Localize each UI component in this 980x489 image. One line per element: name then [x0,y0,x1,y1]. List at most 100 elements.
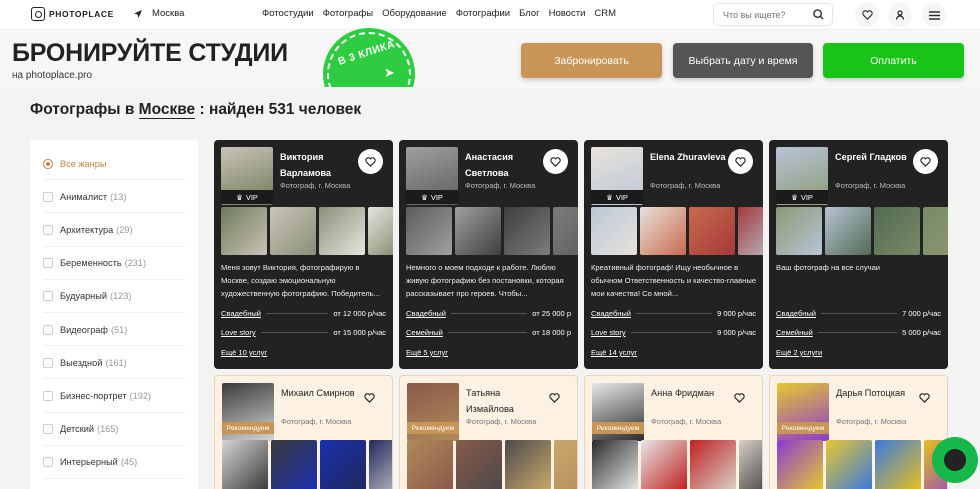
genre-checkbox[interactable] [43,390,53,401]
photographer-name[interactable]: Анна Фридман [651,386,727,402]
service-link[interactable]: Love story [591,328,626,337]
portfolio-thumbnail[interactable] [504,207,550,255]
account-button[interactable] [888,3,912,27]
portfolio-thumbnail[interactable] [826,440,872,489]
genre-checkbox[interactable] [43,158,53,169]
menu-item-blog[interactable]: Блог [519,8,540,19]
service-link[interactable]: Семейный [406,328,443,337]
genre-filter-item[interactable]: Детский (165) [30,413,198,446]
favorite-toggle[interactable] [357,385,382,410]
portfolio-thumbnail[interactable] [320,440,366,489]
service-link[interactable]: Семейный [776,328,813,337]
search-icon[interactable] [813,9,824,20]
menu-item-studios[interactable]: Фотостудии [262,8,314,19]
photographer-card[interactable]: ♛ VIP Виктория Варламова Фотограф, г. Москв… [214,140,393,369]
genre-filter-item[interactable]: Архитектура (29) [30,213,198,247]
book-button[interactable]: Забронировать [521,43,662,78]
genre-filter-item[interactable]: Будуарный (123) [30,280,198,314]
favorite-toggle[interactable] [728,149,753,174]
portfolio-thumbnail[interactable] [319,207,365,255]
genre-checkbox[interactable] [43,258,53,269]
genre-filter-item[interactable]: Концертный(47) [30,479,198,489]
portfolio-thumbnail[interactable] [270,207,316,255]
portfolio-thumbnail[interactable] [591,207,637,255]
portfolio-thumbnail[interactable] [689,207,735,255]
photographer-card[interactable]: ♛ VIP Анастасия Светлова Фотограф, г. Москв… [399,140,578,369]
search-input[interactable] [723,9,807,20]
genre-filter-item[interactable]: Выездной (161) [30,346,198,380]
portfolio-thumbnail[interactable] [640,207,686,255]
genre-filter-item[interactable]: Беременность (231) [30,247,198,280]
portfolio-thumbnail[interactable] [738,207,763,255]
service-link[interactable]: Love story [221,328,256,337]
menu-item-photos[interactable]: Фотографии [456,8,510,19]
photographer-card[interactable]: ♛ VIP Elena Zhuravleva Фотограф, г. Москва К… [584,140,763,369]
more-services-link[interactable]: Ещё 2 услуги [776,348,822,357]
portfolio-thumbnail[interactable] [221,207,267,255]
portfolio-thumbnail[interactable] [776,207,822,255]
city-selector[interactable]: Москва [133,8,184,19]
genre-filter-item[interactable]: Видеограф (51) [30,313,198,347]
favorite-toggle[interactable] [542,385,567,410]
photographer-card[interactable]: ♛ VIP Сергей Гладков Фотограф, г. Москва Ваш… [769,140,948,369]
photographer-name[interactable]: Elena Zhuravleva [650,150,726,166]
photographer-name[interactable]: Сергей Гладков [835,150,911,166]
site-logo[interactable]: PHOTOPLACE [31,7,114,21]
photographer-name[interactable]: Дарья Потоцкая [836,386,912,402]
service-link[interactable]: Свадебный [406,309,446,318]
menu-item-crm[interactable]: CRM [594,8,616,19]
genre-checkbox[interactable] [43,224,53,235]
portfolio-thumbnail[interactable] [456,440,502,489]
more-services-link[interactable]: Ещё 10 услуг [221,348,267,357]
photographer-name[interactable]: Татьяна Измайлова [466,386,542,417]
portfolio-thumbnail[interactable] [406,207,452,255]
photographer-card[interactable]: Рекомендуем Татьяна Измайлова Фотограф, г.… [399,375,578,489]
photographer-card[interactable]: Рекомендуем Анна Фридман Фотограф, г. Моск… [584,375,763,489]
portfolio-thumbnail[interactable] [554,440,577,489]
portfolio-thumbnail[interactable] [592,440,638,489]
portfolio-thumbnail[interactable] [690,440,736,489]
portfolio-thumbnail[interactable] [739,440,762,489]
genre-checkbox[interactable] [43,457,53,468]
portfolio-thumbnail[interactable] [271,440,317,489]
service-link[interactable]: Свадебный [221,309,261,318]
menu-item-news[interactable]: Новости [549,8,586,19]
service-link[interactable]: Свадебный [591,309,631,318]
portfolio-thumbnail[interactable] [505,440,551,489]
favorites-button[interactable] [855,3,879,27]
portfolio-thumbnail[interactable] [407,440,453,489]
genre-filter-item[interactable]: Все жанры [30,147,198,181]
portfolio-thumbnail[interactable] [777,440,823,489]
favorite-toggle[interactable] [727,385,752,410]
portfolio-thumbnail[interactable] [825,207,871,255]
photographer-name[interactable]: Михаил Смирнов [281,386,357,402]
portfolio-thumbnail[interactable] [553,207,578,255]
favorite-toggle[interactable] [358,149,383,174]
photographer-card[interactable]: Рекомендуем Дарья Потоцкая Фотограф, г. Мо… [769,375,948,489]
portfolio-thumbnail[interactable] [368,207,393,255]
title-city-link[interactable]: Москве [138,101,196,119]
genre-checkbox[interactable] [43,291,53,302]
menu-item-photographers[interactable]: Фотографы [323,8,374,19]
portfolio-thumbnail[interactable] [455,207,501,255]
service-link[interactable]: Свадебный [776,309,816,318]
photographer-name[interactable]: Анастасия Светлова [465,150,541,181]
portfolio-thumbnail[interactable] [923,207,948,255]
portfolio-thumbnail[interactable] [641,440,687,489]
favorite-toggle[interactable] [912,385,937,410]
pay-button[interactable]: Оплатить [823,43,964,78]
portfolio-thumbnail[interactable] [874,207,920,255]
genre-filter-item[interactable]: Бизнес-портрет (192) [30,379,198,413]
portfolio-thumbnail[interactable] [875,440,921,489]
genre-checkbox[interactable] [43,424,53,435]
portfolio-thumbnail[interactable] [222,440,268,489]
menu-button[interactable] [922,3,946,27]
more-services-link[interactable]: Ещё 5 услуг [406,348,448,357]
pick-date-button[interactable]: Выбрать дату и время [673,43,813,78]
genre-filter-item[interactable]: Анималист (13) [30,180,198,214]
photographer-card[interactable]: Рекомендуем Михаил Смирнов Фотограф, г. Мо… [214,375,393,489]
menu-item-equipment[interactable]: Оборудование [382,8,447,19]
genre-filter-item[interactable]: Интерьерный (45) [30,446,198,480]
genre-checkbox[interactable] [43,357,53,368]
more-services-link[interactable]: Ещё 14 услуг [591,348,637,357]
